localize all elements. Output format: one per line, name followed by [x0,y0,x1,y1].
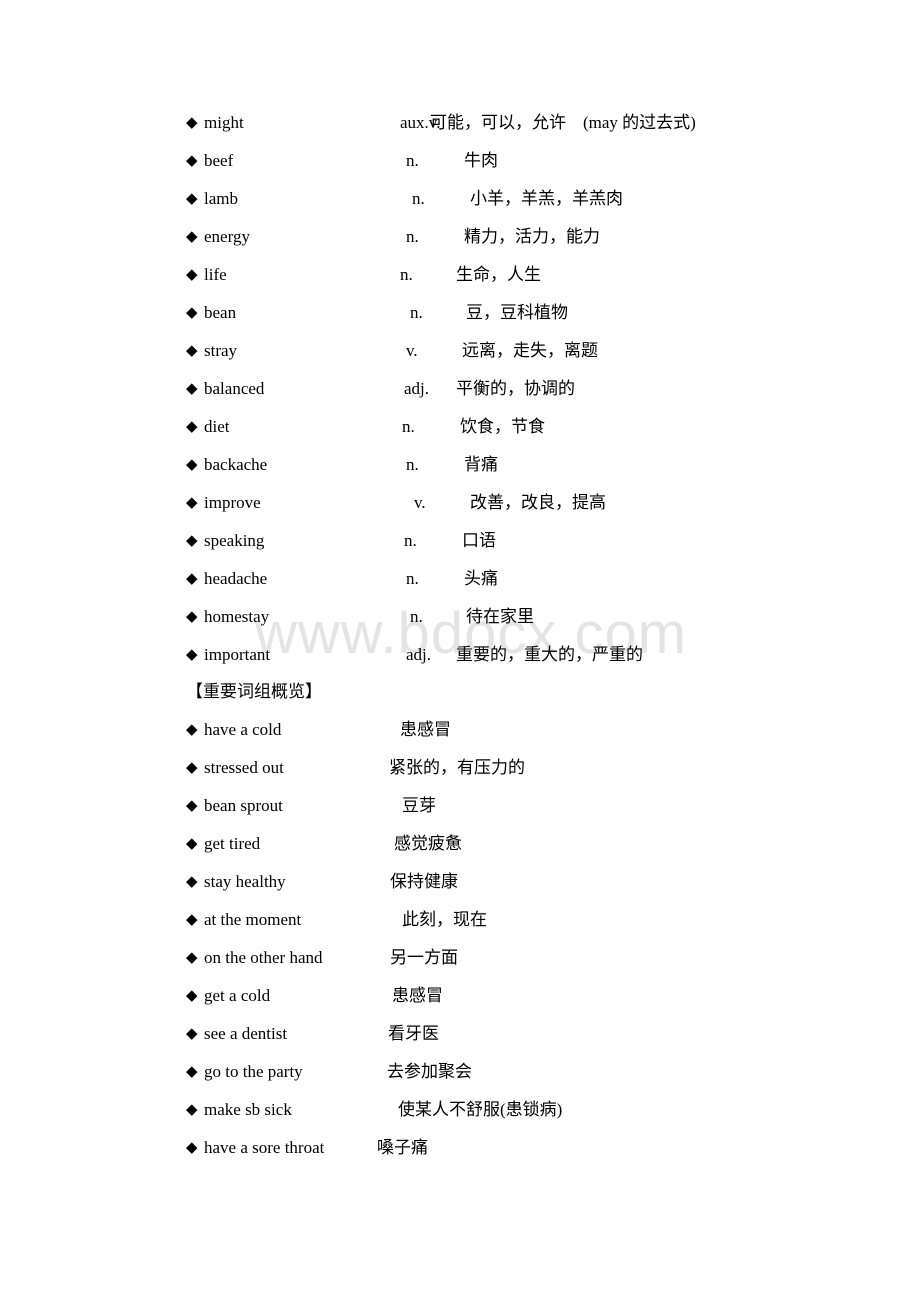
diamond-bullet-icon: ◆ [186,191,198,207]
diamond-bullet-icon: ◆ [186,343,198,359]
diamond-bullet-icon: ◆ [186,381,198,397]
diamond-bullet-icon: ◆ [186,495,198,511]
vocab-meaning: 豆，豆科植物 [466,303,568,322]
diamond-bullet-icon: ◆ [186,533,198,549]
vocab-meaning: 平衡的，协调的 [456,379,575,398]
diamond-bullet-icon: ◆ [186,950,198,966]
diamond-bullet-icon: ◆ [186,571,198,587]
diamond-bullet-icon: ◆ [186,988,198,1004]
vocab-meaning: 生命，人生 [456,265,541,284]
phrase-text: go to the party [204,1062,303,1081]
diamond-bullet-icon: ◆ [186,874,198,890]
vocab-meaning: 牛肉 [464,151,498,170]
diamond-bullet-icon: ◆ [186,1064,198,1080]
part-of-speech: n. [400,265,413,284]
phrase-meaning: 保持健康 [390,872,458,891]
vocab-meaning: 改善，改良，提高 [470,493,606,512]
phrase-text: have a sore throat [204,1138,325,1157]
diamond-bullet-icon: ◆ [186,305,198,321]
vocab-meaning: 背痛 [464,455,498,474]
vocab-meaning: 待在家里 [466,607,534,626]
vocab-word: energy [204,227,250,246]
part-of-speech: n. [406,227,419,246]
part-of-speech: adj. [404,379,430,398]
diamond-bullet-icon: ◆ [186,912,198,928]
vocab-meaning: 可能，可以，允许 (may 的过去式) [430,113,696,132]
vocab-meaning: 小羊，羊羔，羊羔肉 [470,189,623,208]
part-of-speech: n. [402,417,415,436]
vocab-word: speaking [204,531,265,550]
diamond-bullet-icon: ◆ [186,1102,198,1118]
part-of-speech: adj. [406,645,432,664]
phrase-meaning: 嗓子痛 [377,1138,428,1157]
part-of-speech: n. [412,189,425,208]
part-of-speech: n. [410,303,423,322]
part-of-speech: n. [404,531,417,550]
vocab-meaning: 头痛 [464,569,498,588]
vocab-meaning: 远离，走失，离题 [462,341,598,360]
phrase-meaning: 此刻，现在 [402,910,487,929]
vocab-word: improve [204,493,261,512]
phrase-meaning: 使某人不舒服(患锁病) [398,1100,563,1119]
vocab-word: might [204,113,244,132]
part-of-speech: v. [406,341,418,360]
diamond-bullet-icon: ◆ [186,1140,198,1156]
vocab-meaning: 口语 [462,531,496,550]
vocab-word: important [204,645,271,664]
phrase-meaning: 感觉疲惫 [394,834,462,853]
vocab-word: homestay [204,607,270,626]
phrase-text: at the moment [204,910,302,929]
phrase-text: stressed out [204,758,284,777]
diamond-bullet-icon: ◆ [186,419,198,435]
phrase-meaning: 患感冒 [400,720,451,739]
diamond-bullet-icon: ◆ [186,798,198,814]
part-of-speech: n. [406,151,419,170]
phrase-meaning: 去参加聚会 [387,1062,472,1081]
phrase-text: bean sprout [204,796,283,815]
part-of-speech: n. [406,455,419,474]
vocab-word: diet [204,417,230,436]
phrase-text: get tired [204,834,261,853]
phrase-text: get a cold [204,986,271,1005]
phrase-meaning: 紧张的，有压力的 [389,758,525,777]
phrases-heading: 【重要词组概览】 [186,682,322,701]
vocab-word: balanced [204,379,265,398]
vocab-meaning: 精力，活力，能力 [464,227,600,246]
vocab-meaning: 重要的，重大的，严重的 [456,645,643,664]
diamond-bullet-icon: ◆ [186,153,198,169]
part-of-speech: n. [406,569,419,588]
diamond-bullet-icon: ◆ [186,457,198,473]
vocab-word: stray [204,341,238,360]
diamond-bullet-icon: ◆ [186,647,198,663]
phrase-text: on the other hand [204,948,323,967]
diamond-bullet-icon: ◆ [186,722,198,738]
phrase-meaning: 看牙医 [388,1024,439,1043]
diamond-bullet-icon: ◆ [186,836,198,852]
part-of-speech: n. [410,607,423,626]
diamond-bullet-icon: ◆ [186,267,198,283]
phrase-text: make sb sick [204,1100,292,1119]
diamond-bullet-icon: ◆ [186,229,198,245]
diamond-bullet-icon: ◆ [186,1026,198,1042]
diamond-bullet-icon: ◆ [186,115,198,131]
phrase-meaning: 患感冒 [392,986,443,1005]
phrase-text: stay healthy [204,872,286,891]
diamond-bullet-icon: ◆ [186,609,198,625]
phrase-text: see a dentist [204,1024,288,1043]
diamond-bullet-icon: ◆ [186,760,198,776]
phrase-meaning: 豆芽 [402,796,436,815]
part-of-speech: v. [414,493,426,512]
vocab-word: bean [204,303,237,322]
vocab-word: beef [204,151,234,170]
vocab-word: lamb [204,189,238,208]
vocab-meaning: 饮食，节食 [460,417,545,436]
phrase-meaning: 另一方面 [390,948,458,967]
vocab-word: life [204,265,227,284]
vocab-word: backache [204,455,268,474]
phrase-text: have a cold [204,720,282,739]
vocab-word: headache [204,569,268,588]
